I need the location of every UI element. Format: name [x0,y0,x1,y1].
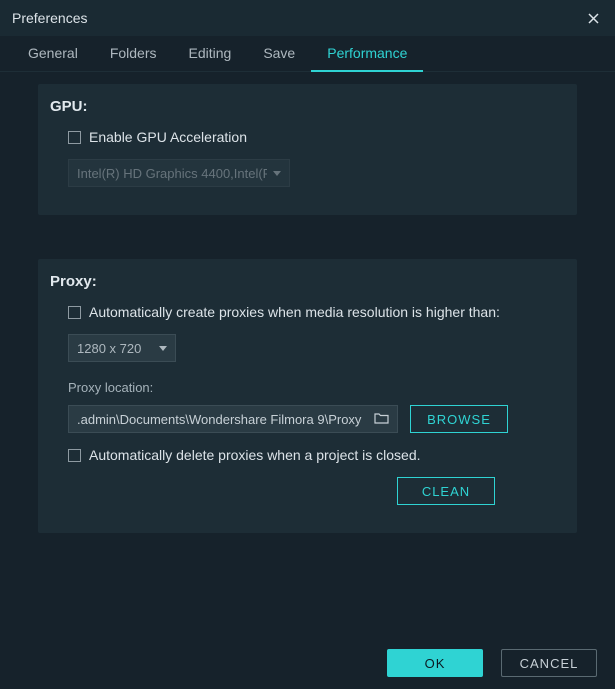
tab-folders[interactable]: Folders [94,37,173,72]
folder-icon [374,411,389,427]
ok-button[interactable]: OK [387,649,483,677]
proxy-location-label: Proxy location: [68,380,565,395]
tab-performance[interactable]: Performance [311,37,423,72]
proxy-resolution-select[interactable]: 1280 x 720 [68,334,176,362]
proxy-path-field[interactable]: .admin\Documents\Wondershare Filmora 9\P… [68,405,398,433]
proxy-auto-create-checkbox[interactable] [68,306,81,319]
proxy-auto-create-label[interactable]: Automatically create proxies when media … [89,304,500,320]
tab-editing[interactable]: Editing [173,37,248,72]
proxy-panel: Proxy: Automatically create proxies when… [38,259,577,533]
window-title: Preferences [12,10,87,26]
cancel-button[interactable]: CANCEL [501,649,597,677]
gpu-panel: GPU: Enable GPU Acceleration Intel(R) HD… [38,84,577,215]
titlebar: Preferences [0,0,615,36]
dialog-footer: OK CANCEL [0,637,615,689]
gpu-enable-label[interactable]: Enable GPU Acceleration [89,129,247,145]
proxy-auto-delete-label[interactable]: Automatically delete proxies when a proj… [89,447,421,463]
tab-general[interactable]: General [12,37,94,72]
tab-save[interactable]: Save [247,37,311,72]
content-area: GPU: Enable GPU Acceleration Intel(R) HD… [0,72,615,533]
gpu-device-value: Intel(R) HD Graphics 4400,Intel(R) C [77,166,267,181]
chevron-down-icon [159,346,167,351]
proxy-resolution-value: 1280 x 720 [77,341,141,356]
proxy-heading: Proxy: [50,273,565,290]
gpu-enable-checkbox[interactable] [68,131,81,144]
clean-button[interactable]: CLEAN [397,477,495,505]
close-icon[interactable] [583,8,603,28]
proxy-auto-delete-checkbox[interactable] [68,449,81,462]
gpu-heading: GPU: [50,98,565,115]
proxy-path-value: .admin\Documents\Wondershare Filmora 9\P… [77,412,368,427]
browse-button[interactable]: BROWSE [410,405,508,433]
gpu-device-select[interactable]: Intel(R) HD Graphics 4400,Intel(R) C [68,159,290,187]
chevron-down-icon [273,171,281,176]
tab-bar: General Folders Editing Save Performance [0,36,615,72]
